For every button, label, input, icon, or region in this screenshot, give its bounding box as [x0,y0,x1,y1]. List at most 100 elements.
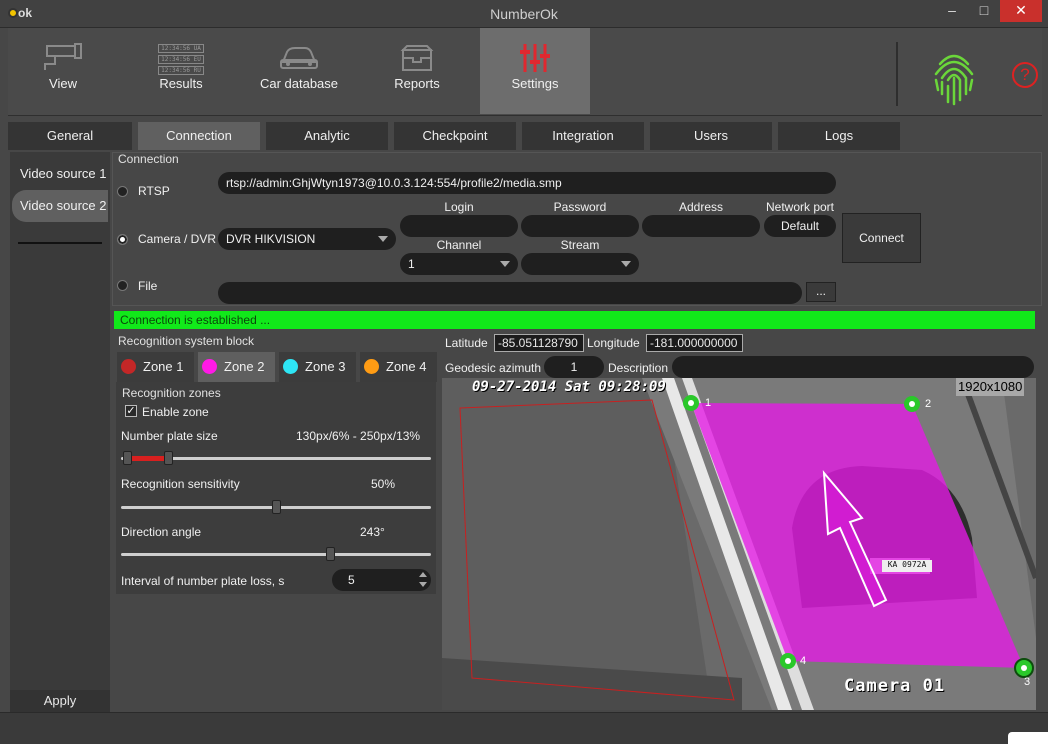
zone-point-3-label: 3 [1024,676,1031,688]
window-title: NumberOk [490,6,558,22]
license-plate-text: KA 0972A [887,560,927,569]
zone-3-color-icon [283,359,298,374]
direction-angle-slider-handle[interactable] [326,547,336,561]
description-input[interactable] [672,356,1034,378]
camera-dvr-radio[interactable] [117,234,128,245]
address-input[interactable] [642,215,760,237]
sensitivity-slider-handle[interactable] [272,500,281,514]
direction-angle-label: Direction angle [121,525,202,539]
tab-connection[interactable]: Connection [138,122,260,150]
zone-1-label: Zone 1 [143,359,184,374]
main-toolbar: View 12:34:56 UA 12:34:56 EU 12:34:56 RU… [8,28,1042,116]
app-window: ok NumberOk – □ ✕ View 12:34:56 UA 12:34… [0,0,1048,744]
zone-4-button[interactable]: Zone 4 [360,352,437,382]
camera-dvr-select-value: DVR HIKVISION [226,232,316,246]
enable-zone-label: Enable zone [142,405,209,419]
channel-select[interactable]: 1 [400,253,518,275]
maximize-button[interactable]: □ [970,0,998,22]
zone-3-label: Zone 3 [305,359,346,374]
apply-button[interactable]: Apply [10,690,110,712]
close-button[interactable]: ✕ [1000,0,1042,22]
plate-size-range-fill [127,456,168,461]
toolbar-car-database-label: Car database [259,76,339,91]
zone-point-2[interactable] [904,396,920,412]
plate-size-max-handle[interactable] [163,451,173,465]
login-label: Login [444,200,474,214]
password-label: Password [553,200,607,214]
connect-button[interactable]: Connect [842,213,921,263]
interval-value: 5 [348,573,355,587]
password-input[interactable] [521,215,639,237]
longitude-input[interactable]: -181.000000000 [646,334,743,352]
zone-point-2-label: 2 [925,398,932,410]
toolbar-settings-button[interactable]: Settings [480,28,590,114]
chevron-down-icon [378,236,388,242]
corner-overlay [1008,732,1048,744]
geodesic-azimuth-input[interactable]: 1 [544,356,604,378]
video-frame [442,378,1036,710]
file-path-input[interactable] [218,282,802,304]
spin-down-icon[interactable] [419,582,427,587]
network-port-input[interactable]: Default [764,215,836,237]
zone-2-button[interactable]: Zone 2 [198,352,275,382]
tab-logs[interactable]: Logs [778,122,900,150]
tab-users[interactable]: Users [650,122,772,150]
zone-1-button[interactable]: Zone 1 [117,352,194,382]
enable-zone-checkbox[interactable]: ✓ [125,405,137,417]
help-icon[interactable]: ? [1012,62,1038,88]
tab-analytic[interactable]: Analytic [266,122,388,150]
toolbar-reports-label: Reports [394,76,440,91]
sidebar-item-video-source-1[interactable]: Video source 1 [12,158,108,190]
zone-point-1[interactable] [683,395,699,411]
tab-general[interactable]: General [8,122,132,150]
toolbar-reports-button[interactable]: Reports [362,28,472,114]
browse-button[interactable]: ... [806,282,836,302]
zone-2-color-icon [202,359,217,374]
login-input[interactable] [400,215,518,237]
zone-1-color-icon [121,359,136,374]
direction-angle-slider-track[interactable] [121,553,431,556]
results-icon-line: 12:34:56 UA [158,44,204,53]
toolbar-results-label: Results [159,76,203,91]
camera-dvr-select[interactable]: DVR HIKVISION [218,228,396,250]
tab-checkpoint[interactable]: Checkpoint [394,122,516,150]
sidebar-divider [18,242,102,244]
video-timestamp: 09-27-2014 Sat 09:28:09 [472,379,666,395]
tab-integration[interactable]: Integration [522,122,644,150]
plate-size-min-handle[interactable] [123,451,133,465]
sidebar-item-video-source-2[interactable]: Video source 2 [12,190,108,222]
zone-3-button[interactable]: Zone 3 [279,352,356,382]
minimize-button[interactable]: – [938,0,966,22]
connection-status-bar: Connection is established ... [114,311,1035,329]
settings-tabs: General Connection Analytic Checkpoint I… [8,120,1042,150]
rtsp-radio[interactable] [117,186,128,197]
stream-label: Stream [560,238,600,252]
toolbar-view-label: View [49,76,77,91]
zone-point-3[interactable] [1014,658,1034,678]
fingerprint-icon[interactable] [930,44,978,108]
address-label: Address [678,200,724,214]
channel-select-value: 1 [408,257,415,271]
results-icon-line: 12:34:56 EU [158,55,204,64]
toolbar-car-database-button[interactable]: Car database [244,28,354,114]
sensitivity-value: 50% [371,477,396,491]
latitude-input[interactable]: -85.051128790 [494,334,584,352]
plate-size-label: Number plate size [121,429,218,443]
file-radio[interactable] [117,280,128,291]
bottom-strip [0,712,1048,744]
zone-point-4[interactable] [780,653,796,669]
interval-spinbox[interactable]: 5 [332,569,431,591]
zone-2-label: Zone 2 [224,359,265,374]
video-preview[interactable]: 09-27-2014 Sat 09:28:09 1920x1080 1 2 3 … [442,378,1036,710]
title-bar: ok NumberOk – □ ✕ [0,0,1048,28]
spin-up-icon[interactable] [419,572,427,577]
rtsp-label: RTSP [138,184,170,198]
toolbar-results-button[interactable]: 12:34:56 UA 12:34:56 EU 12:34:56 RU Resu… [126,28,236,114]
stream-select[interactable] [521,253,639,275]
video-source-sidebar: Video source 1 Video source 2 [10,152,110,712]
zone-point-1-label: 1 [705,397,712,409]
rtsp-url-input[interactable]: rtsp://admin:GhjWtyn1973@10.0.3.124:554/… [218,172,836,194]
toolbar-view-button[interactable]: View [8,28,118,114]
interval-label: Interval of number plate loss, s [121,574,285,588]
file-label: File [138,279,158,293]
